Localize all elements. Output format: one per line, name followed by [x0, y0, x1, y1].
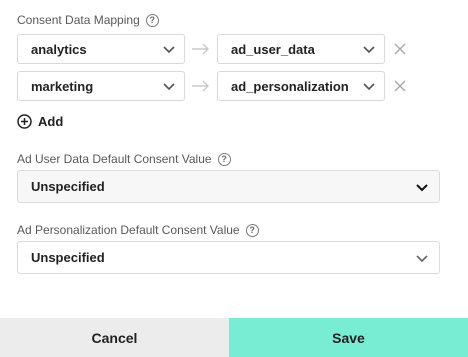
plus-circle-icon [17, 114, 32, 129]
add-mapping-button[interactable]: Add [17, 114, 63, 129]
save-button[interactable]: Save [229, 318, 468, 357]
ad-user-data-default-title: Ad User Data Default Consent Value [17, 152, 212, 166]
mapping-source-select-1[interactable]: analytics [17, 34, 185, 64]
cancel-button[interactable]: Cancel [0, 318, 229, 357]
ad-user-data-default-value: Unspecified [31, 179, 105, 194]
ad-personalization-default-value: Unspecified [31, 250, 105, 265]
chevron-down-icon [416, 183, 428, 191]
mapping-source-select-2[interactable]: marketing [17, 71, 185, 101]
consent-data-mapping-label: Consent Data Mapping ? [17, 13, 159, 27]
ad-personalization-default-select[interactable]: Unspecified [17, 241, 440, 274]
chevron-down-icon [416, 254, 428, 262]
mapping-source-value: marketing [31, 78, 94, 94]
chevron-down-icon [363, 83, 375, 91]
chevron-down-icon [363, 46, 375, 54]
remove-row-icon[interactable] [394, 43, 406, 55]
add-label: Add [38, 114, 64, 129]
arrow-right-icon [192, 80, 209, 92]
consent-data-mapping-title: Consent Data Mapping [17, 13, 140, 27]
ad-personalization-default-label: Ad Personalization Default Consent Value… [17, 223, 259, 237]
help-icon[interactable]: ? [217, 152, 231, 166]
chevron-down-icon [163, 46, 175, 54]
ad-personalization-default-title: Ad Personalization Default Consent Value [17, 223, 240, 237]
mapping-target-value: ad_user_data [231, 41, 315, 57]
mapping-target-select-1[interactable]: ad_user_data [217, 34, 385, 64]
help-icon[interactable]: ? [145, 13, 159, 27]
chevron-down-icon [163, 83, 175, 91]
remove-row-icon[interactable] [394, 80, 406, 92]
mapping-target-select-2[interactable]: ad_personalization [217, 71, 385, 101]
mapping-source-value: analytics [31, 41, 87, 57]
arrow-right-icon [192, 43, 209, 55]
ad-user-data-default-select[interactable]: Unspecified [17, 170, 440, 203]
ad-user-data-default-label: Ad User Data Default Consent Value ? [17, 152, 231, 166]
footer-actions: Cancel Save [0, 318, 468, 357]
help-icon[interactable]: ? [245, 223, 259, 237]
mapping-target-value: ad_personalization [231, 78, 349, 94]
